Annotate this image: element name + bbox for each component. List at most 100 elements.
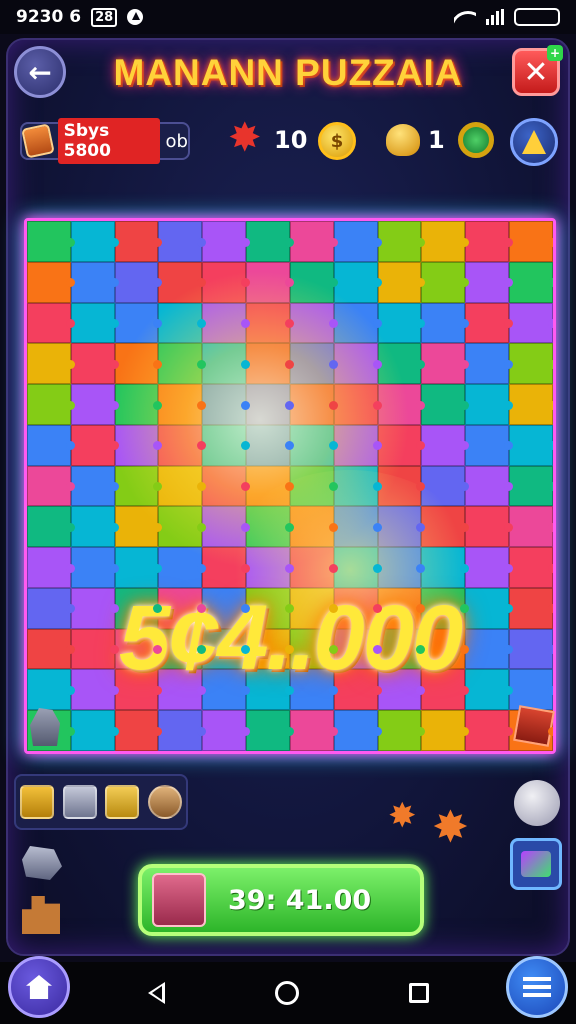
puzzle-piece[interactable]	[114, 384, 163, 425]
puzzle-piece[interactable]	[202, 261, 250, 303]
puzzle-piece[interactable]	[158, 710, 207, 751]
puzzle-piece[interactable]	[114, 261, 163, 303]
item-cube-gray[interactable]	[62, 785, 97, 819]
puzzle-piece[interactable]	[289, 384, 338, 425]
puzzle-piece[interactable]	[509, 465, 553, 507]
home-button[interactable]	[8, 956, 70, 1018]
puzzle-piece[interactable]	[289, 221, 338, 262]
puzzle-piece[interactable]	[421, 424, 470, 466]
puzzle-piece[interactable]	[509, 261, 553, 303]
puzzle-piece[interactable]	[465, 710, 513, 751]
puzzle-piece[interactable]	[421, 221, 470, 262]
puzzle-piece[interactable]	[202, 221, 250, 262]
puzzle-piece[interactable]	[465, 506, 513, 548]
puzzle-piece[interactable]	[421, 547, 470, 588]
puzzle-piece[interactable]	[27, 384, 75, 425]
puzzle-piece[interactable]	[70, 465, 119, 507]
puzzle-piece[interactable]	[377, 384, 426, 425]
coin-icon[interactable]: $	[318, 122, 356, 160]
close-button[interactable]: ✕ +	[512, 45, 563, 96]
puzzle-piece[interactable]	[333, 384, 382, 425]
puzzle-piece[interactable]	[202, 302, 250, 344]
item-cube-yellow[interactable]	[20, 785, 55, 819]
puzzle-piece[interactable]	[333, 302, 382, 344]
puzzle-piece[interactable]	[421, 465, 470, 507]
play-button[interactable]: 39: 41.00	[138, 864, 424, 936]
puzzle-piece[interactable]	[421, 302, 470, 344]
puzzle-piece[interactable]	[70, 710, 119, 751]
puzzle-piece[interactable]	[27, 424, 75, 466]
puzzle-piece[interactable]	[421, 506, 470, 548]
puzzle-piece[interactable]	[509, 384, 553, 425]
puzzle-piece[interactable]	[289, 261, 338, 303]
puzzle-piece[interactable]	[246, 384, 294, 425]
hint-button[interactable]	[510, 118, 558, 166]
puzzle-piece[interactable]	[465, 343, 513, 385]
puzzle-piece[interactable]	[289, 506, 338, 548]
puzzle-piece[interactable]	[114, 506, 163, 548]
puzzle-piece[interactable]	[465, 465, 513, 507]
puzzle-piece[interactable]	[333, 221, 382, 262]
puzzle-piece[interactable]	[421, 710, 470, 751]
puzzle-piece[interactable]	[202, 343, 250, 385]
score-pill[interactable]: Sbys 5800 ob	[20, 118, 190, 164]
puzzle-piece[interactable]	[158, 506, 207, 548]
bell-icon[interactable]	[386, 124, 420, 156]
puzzle-piece[interactable]	[465, 261, 513, 303]
puzzle-piece[interactable]	[114, 343, 163, 385]
puzzle-piece[interactable]	[377, 710, 426, 751]
puzzle-piece[interactable]	[70, 302, 119, 344]
puzzle-piece[interactable]	[465, 221, 513, 262]
puzzle-piece[interactable]	[27, 547, 75, 588]
puzzle-piece[interactable]	[27, 343, 75, 385]
puzzle-piece[interactable]	[421, 384, 470, 425]
puzzle-piece[interactable]	[377, 465, 426, 507]
nav-home-icon[interactable]	[274, 981, 299, 1005]
puzzle-piece[interactable]	[377, 221, 426, 262]
puzzle-piece[interactable]	[377, 343, 426, 385]
puzzle-piece[interactable]	[465, 547, 513, 588]
menu-button[interactable]	[506, 956, 568, 1018]
puzzle-piece[interactable]	[246, 302, 294, 344]
puzzle-piece[interactable]	[202, 465, 250, 507]
puzzle-piece[interactable]	[333, 506, 382, 548]
puzzle-piece[interactable]	[246, 424, 294, 466]
puzzle-piece[interactable]	[465, 424, 513, 466]
puzzle-piece[interactable]	[158, 547, 207, 588]
crate-piece-icon[interactable]	[513, 705, 555, 747]
item-cube-gold[interactable]	[105, 785, 140, 819]
puzzle-piece[interactable]	[289, 424, 338, 466]
puzzle-piece[interactable]	[202, 424, 250, 466]
puzzle-piece[interactable]	[509, 506, 553, 548]
puzzle-piece[interactable]	[509, 424, 553, 466]
puzzle-piece[interactable]	[70, 547, 119, 588]
puzzle-piece[interactable]	[333, 547, 382, 588]
puzzle-piece[interactable]	[158, 343, 207, 385]
nav-back-icon[interactable]	[147, 982, 165, 1004]
puzzle-piece[interactable]	[158, 302, 207, 344]
item-creature[interactable]	[147, 785, 182, 819]
puzzle-piece[interactable]	[246, 710, 294, 751]
puzzle-piece[interactable]	[27, 302, 75, 344]
puzzle-piece[interactable]	[377, 424, 426, 466]
puzzle-piece[interactable]	[27, 261, 75, 303]
puzzle-piece[interactable]	[377, 302, 426, 344]
puzzle-piece[interactable]	[70, 261, 119, 303]
nav-recents-icon[interactable]	[408, 983, 429, 1003]
puzzle-piece[interactable]	[509, 221, 553, 262]
puzzle-piece[interactable]	[289, 547, 338, 588]
puzzle-piece[interactable]	[114, 710, 163, 751]
puzzle-piece[interactable]	[114, 302, 163, 344]
puzzle-piece[interactable]	[114, 465, 163, 507]
puzzle-piece[interactable]	[289, 710, 338, 751]
puzzle-piece[interactable]	[70, 221, 119, 262]
puzzle-piece[interactable]	[114, 221, 163, 262]
puzzle-piece[interactable]	[421, 261, 470, 303]
puzzle-piece[interactable]	[377, 547, 426, 588]
puzzle-piece[interactable]	[465, 302, 513, 344]
puzzle-piece[interactable]	[333, 343, 382, 385]
puzzle-piece[interactable]	[27, 221, 75, 262]
puzzle-piece[interactable]	[421, 343, 470, 385]
puzzle-piece[interactable]	[70, 384, 119, 425]
puzzle-piece[interactable]	[333, 424, 382, 466]
